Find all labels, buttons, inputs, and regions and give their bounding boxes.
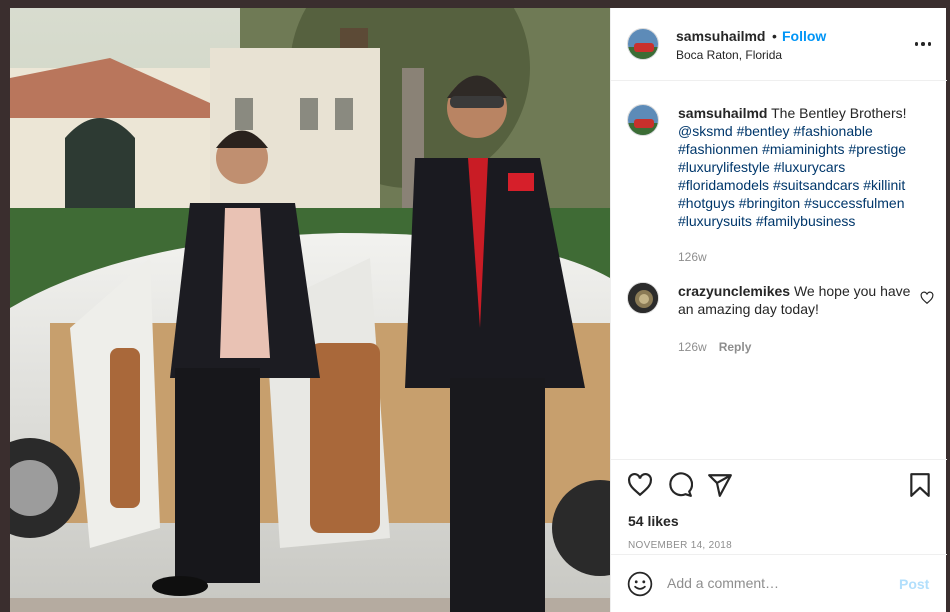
share-paper-plane-icon[interactable] — [707, 472, 733, 498]
instagram-post-modal: samsuhailmd • Follow Boca Raton, Florida… — [0, 0, 950, 612]
caption-avatar[interactable] — [627, 104, 659, 136]
separator-dot: • — [772, 28, 777, 44]
post-photo[interactable] — [10, 8, 610, 612]
hashtag-link[interactable]: #miaminights — [762, 141, 844, 157]
comment-input[interactable] — [667, 569, 887, 597]
author-username[interactable]: samsuhailmd — [676, 28, 765, 44]
post-actions: 54 likes NOVEMBER 14, 2018 — [611, 459, 947, 554]
hashtag-link[interactable]: #bentley — [737, 123, 790, 139]
caption-text: samsuhailmd The Bentley Brothers! @sksmd… — [678, 104, 938, 230]
like-heart-icon[interactable] — [627, 472, 653, 498]
hashtag-link[interactable]: #fashionable — [793, 123, 872, 139]
commenter-avatar[interactable] — [627, 282, 659, 314]
more-options-icon[interactable] — [913, 34, 933, 54]
mention-link[interactable]: @sksmd — [678, 123, 733, 139]
comment-bubble-icon[interactable] — [667, 472, 693, 498]
comment-like-heart-icon[interactable] — [920, 291, 934, 305]
hashtag-link[interactable]: #luxurysuits — [678, 213, 752, 229]
follow-button[interactable]: Follow — [782, 28, 826, 44]
post-date[interactable]: NOVEMBER 14, 2018 — [628, 540, 732, 551]
post-header: samsuhailmd • Follow Boca Raton, Florida — [611, 8, 947, 81]
comment-text: crazyunclemikes We hope you have an amaz… — [678, 282, 918, 318]
hashtag-link[interactable]: #fashionmen — [678, 141, 758, 157]
emoji-icon[interactable] — [627, 571, 653, 597]
hashtag-link[interactable]: #luxurycars — [774, 159, 846, 175]
caption-body: The Bentley Brothers! — [771, 105, 907, 121]
add-comment-bar: Post — [611, 554, 947, 612]
caption-age[interactable]: 126w — [678, 250, 707, 264]
comment-age[interactable]: 126w — [678, 340, 707, 354]
post-location[interactable]: Boca Raton, Florida — [676, 48, 782, 62]
caption-username[interactable]: samsuhailmd — [678, 105, 767, 121]
post-image — [10, 8, 610, 612]
comment-meta: 126w Reply — [678, 340, 751, 354]
save-bookmark-icon[interactable] — [907, 472, 933, 498]
hashtag-link[interactable]: #familybusiness — [756, 213, 856, 229]
reply-button[interactable]: Reply — [719, 340, 752, 354]
post-comment-button[interactable]: Post — [899, 576, 929, 592]
caption-hashtags: @sksmd #bentley #fashionable #fashionmen… — [678, 123, 906, 229]
hashtag-link[interactable]: #killinit — [863, 177, 905, 193]
hashtag-link[interactable]: #suitsandcars — [773, 177, 859, 193]
hashtag-link[interactable]: #successfulmen — [804, 195, 904, 211]
author-avatar[interactable] — [627, 28, 659, 60]
post-details-panel: samsuhailmd • Follow Boca Raton, Florida… — [610, 8, 947, 612]
commenter-username[interactable]: crazyunclemikes — [678, 283, 790, 299]
hashtag-link[interactable]: #bringiton — [739, 195, 801, 211]
hashtag-link[interactable]: #luxurylifestyle — [678, 159, 770, 175]
hashtag-link[interactable]: #floridamodels — [678, 177, 769, 193]
likes-count[interactable]: 54 likes — [628, 513, 679, 529]
hashtag-link[interactable]: #prestige — [848, 141, 906, 157]
hashtag-link[interactable]: #hotguys — [678, 195, 735, 211]
